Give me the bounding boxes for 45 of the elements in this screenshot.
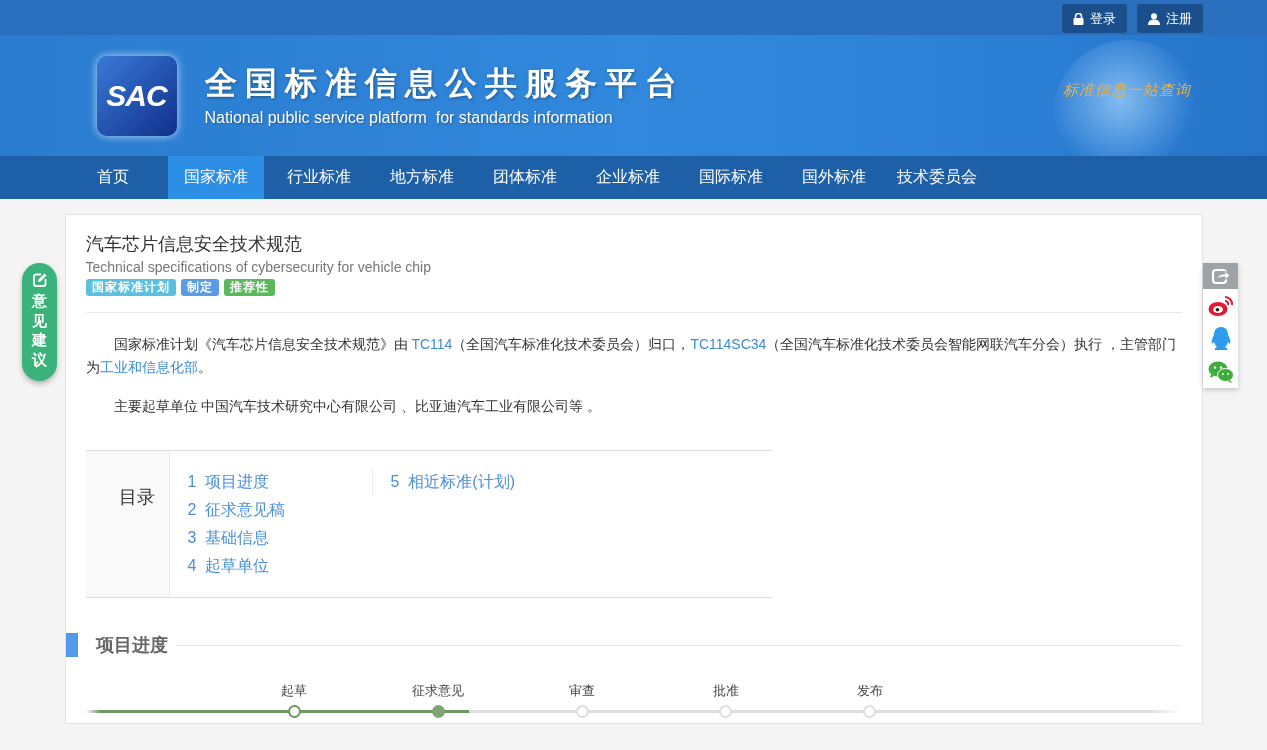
- link[interactable]: 工业和信息化部: [99, 359, 198, 375]
- nav-tab[interactable]: 技术委员会: [888, 156, 985, 199]
- nav-tab[interactable]: 地方标准: [373, 156, 470, 199]
- toc-link[interactable]: 5 相近标准(计划): [390, 468, 574, 496]
- description-text: 主要起草单位 中国汽车技术研究中心有限公司 、比亚迪汽车工业有限公司等 。: [112, 397, 603, 416]
- nav-tab[interactable]: 国际标准: [682, 156, 779, 199]
- stage-label: 发布: [856, 683, 883, 699]
- slogan-text: 标准信息一站查询: [1062, 81, 1191, 100]
- nav-tab[interactable]: 企业标准: [579, 156, 676, 199]
- site-title: 全国标准信息公共服务平台: [204, 64, 685, 101]
- toc-link[interactable]: 4 起草单位: [187, 552, 372, 580]
- section-marker: [65, 633, 78, 657]
- toc-link[interactable]: 1 项目进度: [187, 468, 372, 496]
- tag: 国家标准计划: [85, 279, 176, 296]
- nav-tab[interactable]: 国家标准: [167, 156, 264, 199]
- standard-title: 汽车芯片信息安全技术规范: [85, 233, 303, 256]
- stage-label: 征求意见: [412, 683, 465, 699]
- nav-tab[interactable]: 团体标准: [476, 156, 573, 199]
- toc-link[interactable]: 3 基础信息: [187, 524, 372, 552]
- site-logo[interactable]: SAC: [96, 55, 177, 136]
- link[interactable]: TC114SC34: [690, 336, 767, 352]
- english-title: Technical specifications of cybersecurity for vehicle chip: [85, 258, 432, 277]
- lock-icon: [1072, 12, 1084, 25]
- login-button[interactable]: 登录: [1061, 4, 1127, 33]
- stage-label: 起草: [281, 683, 308, 699]
- toc-label: 目录: [118, 486, 155, 509]
- toc-link[interactable]: 2 征求意见稿: [187, 496, 372, 524]
- tag: 推荐性: [223, 279, 275, 296]
- weibo-icon[interactable]: [1207, 294, 1234, 317]
- register-button[interactable]: 注册: [1136, 4, 1203, 33]
- section-heading: 项目进度: [95, 634, 168, 657]
- edit-icon: [32, 273, 47, 287]
- nav-tab[interactable]: 首页: [64, 156, 161, 199]
- penguin-icon[interactable]: [1209, 325, 1232, 352]
- nav-tab[interactable]: 行业标准: [270, 156, 367, 199]
- link[interactable]: TC114: [411, 336, 453, 352]
- wechat-icon[interactable]: [1207, 360, 1234, 383]
- stage-label: 批准: [712, 683, 739, 699]
- site-subtitle: National public service platform for standards information: [204, 108, 614, 127]
- share-icon[interactable]: [1211, 268, 1230, 284]
- description-text: 国家标准计划《汽车芯片信息安全技术规范》由 TC114（全国汽车标准化技术委员会）归口，TC114SC34（全国汽车标准化技术委员会智能网联汽车分会）执行 ，主管部门为工业和信息化部。: [85, 335, 1178, 377]
- user-icon: [1147, 12, 1160, 25]
- stage-label: 审查: [569, 683, 596, 699]
- tag: 制定: [180, 279, 219, 296]
- nav-tab[interactable]: 国外标准: [785, 156, 882, 199]
